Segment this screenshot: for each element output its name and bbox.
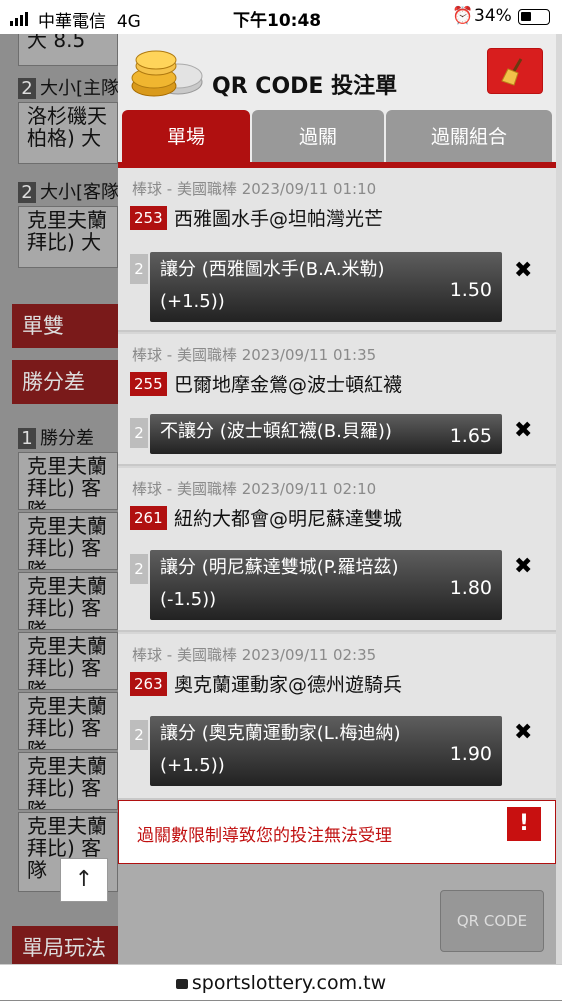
selection-line: 讓分 (西雅圖水手(B.A.米勒): [160, 259, 385, 280]
match-title: 西雅圖水手@坦帕灣光芒: [174, 208, 384, 230]
selection-line: (+1.5)): [160, 755, 225, 776]
bg-card: 克里夫蘭 拜比) 大: [18, 206, 118, 268]
tab-parlay-combo[interactable]: 過關組合: [386, 110, 552, 164]
bet-list: 棒球 - 美國職棒 2023/09/11 01:10 253 西雅圖水手@坦帕灣…: [118, 168, 556, 800]
battery-icon: [518, 9, 550, 25]
bet-selection[interactable]: 讓分 (明尼蘇達雙城(P.羅培茲) (-1.5)) 1.80: [150, 550, 502, 620]
bg-label: 2 大小[主隊: [18, 74, 118, 100]
bg-win-row: 克里夫蘭 拜比) 客隊: [18, 512, 118, 570]
clock: 下午10:48: [233, 11, 322, 31]
bet-item: 棒球 - 美國職棒 2023/09/11 01:10 253 西雅圖水手@坦帕灣…: [118, 168, 556, 332]
match-code: 253: [130, 206, 167, 230]
bet-selection[interactable]: 讓分 (西雅圖水手(B.A.米勒) (+1.5)) 1.50: [150, 252, 502, 322]
bg-win-row: 克里夫蘭 拜比) 客隊: [18, 692, 118, 750]
bet-meta: 棒球 - 美國職棒 2023/09/11 01:10: [132, 180, 377, 198]
bet-item: 棒球 - 美國職棒 2023/09/11 02:10 261 紐約大都會@明尼蘇…: [118, 468, 556, 632]
tab-single[interactable]: 單場: [122, 110, 250, 164]
lock-icon: [175, 979, 188, 989]
scroll-to-top-button[interactable]: ↑: [60, 858, 108, 902]
url-bar[interactable]: sportslottery.com.tw: [0, 964, 562, 1000]
bg-section-header: 單雙: [12, 304, 118, 348]
bg-card: 洛杉磯天 柏格) 大: [18, 102, 118, 164]
bet-index: 2: [130, 254, 148, 284]
bg-section-header: 單局玩法: [12, 926, 118, 964]
match-code: 263: [130, 672, 167, 696]
match-code: 261: [130, 506, 167, 530]
match-title: 巴爾地摩金鶯@波士頓紅襪: [174, 374, 403, 396]
selection-line: (+1.5)): [160, 291, 225, 312]
bet-item: 棒球 - 美國職棒 2023/09/11 01:35 255 巴爾地摩金鶯@波士…: [118, 334, 556, 466]
bg-win-row: 克里夫蘭 拜比) 客隊: [18, 632, 118, 690]
selection-line: (-1.5)): [160, 589, 217, 610]
bet-odds: 1.80: [449, 577, 492, 599]
bg-card: 大 8.5: [18, 34, 118, 66]
bet-index: 2: [130, 554, 148, 584]
bg-label: 2 大小[客隊: [18, 178, 118, 204]
bet-meta: 棒球 - 美國職棒 2023/09/11 02:35: [132, 646, 377, 664]
tab-parlay[interactable]: 過關: [252, 110, 384, 164]
selection-line: 不讓分 (波士頓紅襪(B.貝羅)): [160, 421, 392, 442]
bg-win-row: 克里夫蘭 拜比) 客隊: [18, 452, 118, 510]
remove-bet-icon[interactable]: ✖: [514, 258, 532, 283]
remove-bet-icon[interactable]: ✖: [514, 554, 532, 579]
coins-icon: [131, 50, 203, 97]
bet-odds: 1.65: [449, 425, 492, 447]
selection-line: 讓分 (奧克蘭運動家(L.梅迪納): [160, 723, 401, 744]
bet-meta: 棒球 - 美國職棒 2023/09/11 02:10: [132, 480, 377, 498]
match-title: 奧克蘭運動家@德州遊騎兵: [174, 674, 403, 696]
bet-selection[interactable]: 不讓分 (波士頓紅襪(B.貝羅)) 1.65: [150, 414, 502, 454]
bet-odds: 1.90: [449, 743, 492, 765]
bg-win-row: 克里夫蘭 拜比) 客隊: [18, 572, 118, 630]
bet-index: 2: [130, 720, 148, 750]
bg-win-row: 克里夫蘭 拜比) 客隊: [18, 752, 118, 810]
panel-edge: [556, 34, 562, 964]
bet-item: 棒球 - 美國職棒 2023/09/11 02:35 263 奧克蘭運動家@德州…: [118, 634, 556, 800]
qr-code-button[interactable]: QR CODE: [440, 890, 544, 952]
remove-bet-icon[interactable]: ✖: [514, 720, 532, 745]
bet-odds: 1.50: [449, 279, 492, 301]
remove-bet-icon[interactable]: ✖: [514, 418, 532, 443]
signal-icon: [10, 12, 28, 26]
battery-percent: 34%: [474, 6, 512, 26]
tab-bar: 單場 過關 過關組合: [118, 108, 556, 168]
qr-bet-slip-panel: QR CODE 投注單 單場 過關 過關組合 棒球 - 美國職棒 2023/09…: [118, 34, 556, 964]
carrier-label: 中華電信 4G: [38, 12, 141, 32]
warning-box: 過關數限制導致您的投注無法受理 !: [118, 800, 556, 864]
match-title: 紐約大都會@明尼蘇達雙城: [174, 508, 403, 530]
panel-header: QR CODE 投注單: [118, 34, 556, 108]
bg-label: 1 勝分差: [18, 424, 94, 450]
bet-meta: 棒球 - 美國職棒 2023/09/11 01:35: [132, 346, 377, 364]
match-code: 255: [130, 372, 167, 396]
warning-text: 過關數限制導致您的投注無法受理: [137, 826, 392, 846]
panel-title: QR CODE 投注單: [212, 74, 398, 99]
bet-index: 2: [130, 418, 148, 448]
exclamation-icon: !: [507, 807, 541, 841]
bet-selection[interactable]: 讓分 (奧克蘭運動家(L.梅迪納) (+1.5)) 1.90: [150, 716, 502, 786]
status-bar: 中華電信 4G 下午10:48 ⏰ 34%: [0, 0, 562, 34]
bg-section-header: 勝分差: [12, 360, 118, 404]
alarm-icon: ⏰: [452, 6, 474, 26]
background-page: 大 8.5 2 大小[主隊 洛杉磯天 柏格) 大 2 大小[客隊 克里夫蘭 拜比) …: [0, 34, 118, 964]
broom-icon: [501, 58, 523, 86]
clear-all-button[interactable]: [487, 48, 543, 94]
url-text: sportslottery.com.tw: [191, 972, 387, 994]
selection-line: 讓分 (明尼蘇達雙城(P.羅培茲): [160, 557, 399, 578]
